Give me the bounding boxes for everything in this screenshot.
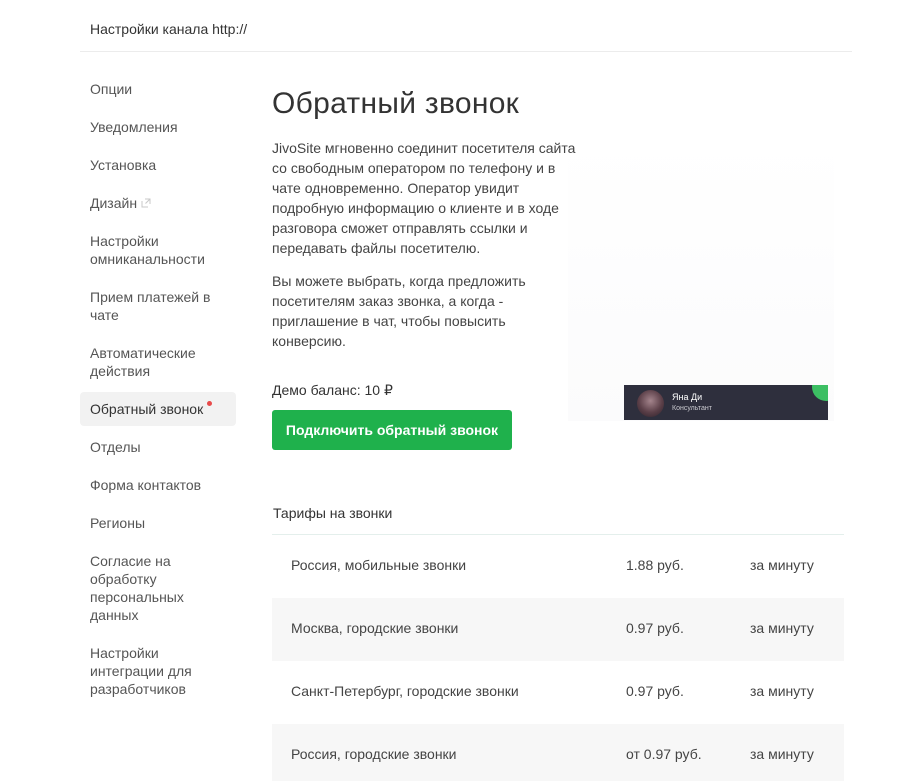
sidebar-item-label: Опции <box>90 81 133 97</box>
tariff-name: Россия, городские звонки <box>291 746 457 762</box>
table-row: Москва, городские звонки 0.97 руб. за ми… <box>272 598 844 661</box>
tariff-price: 0.97 руб. <box>626 620 684 636</box>
sidebar-item-label: Регионы <box>90 515 146 531</box>
sidebar-item-label: Согласие на обработку персональных данны… <box>90 553 184 623</box>
sidebar-item-contact-form[interactable]: Форма контактов <box>80 468 236 502</box>
main-content: Обратный звонок JivoSite мгновенно соеди… <box>272 84 844 450</box>
sidebar-item-label: Автоматические действия <box>90 345 196 379</box>
sidebar-item-label: Форма контактов <box>90 477 202 493</box>
table-row: Россия, городские звонки от 0.97 руб. за… <box>272 724 844 781</box>
sidebar-item-design[interactable]: Дизайн <box>80 186 236 220</box>
page: Настройки канала http:// Опции Уведомлен… <box>0 0 909 781</box>
description-text: JivoSite мгновенно соединит посетителя с… <box>272 140 576 256</box>
sidebar-item-label: Установка <box>90 157 157 173</box>
sidebar-item-omnichannel[interactable]: Настройки омниканальности <box>80 224 236 276</box>
connect-callback-button[interactable]: Подключить обратный звонок <box>272 410 512 450</box>
table-row: Санкт-Петербург, городские звонки 0.97 р… <box>272 661 844 724</box>
sidebar-item-label: Отделы <box>90 439 141 455</box>
tariff-price: 0.97 руб. <box>626 683 684 699</box>
tariff-price: от 0.97 руб. <box>626 746 702 762</box>
sidebar-item-label: Прием платежей в чате <box>90 289 211 323</box>
sidebar-item-developer-integration[interactable]: Настройки интеграции для разработчиков <box>80 636 236 706</box>
sidebar-item-label: Дизайн <box>90 195 138 211</box>
tariff-name: Россия, мобильные звонки <box>291 557 467 573</box>
table-row: Россия, мобильные звонки 1.88 руб. за ми… <box>272 535 844 598</box>
external-link-icon <box>141 198 151 208</box>
sidebar-item-callback[interactable]: Обратный звонок <box>80 392 236 426</box>
sidebar-item-departments[interactable]: Отделы <box>80 430 236 464</box>
tariff-name: Москва, городские звонки <box>291 620 459 636</box>
sidebar-item-payments[interactable]: Прием платежей в чате <box>80 280 236 332</box>
tariff-unit: за минуту <box>750 746 814 762</box>
page-title: Обратный звонок <box>272 87 520 120</box>
sidebar-item-label: Настройки интеграции для разработчиков <box>90 645 192 697</box>
tariff-unit: за минуту <box>750 620 814 636</box>
tariffs-title: Тарифы на звонки <box>273 505 393 521</box>
tariff-unit: за минуту <box>750 683 814 699</box>
sidebar-item-options[interactable]: Опции <box>80 72 236 106</box>
notification-dot <box>207 401 213 406</box>
tariff-name: Санкт-Петербург, городские звонки <box>291 683 519 699</box>
channel-settings-title: Настройки канала http:// <box>90 21 248 37</box>
header: Настройки канала http:// <box>80 0 852 52</box>
sidebar-item-label: Уведомления <box>90 119 178 135</box>
sidebar-item-personal-data-consent[interactable]: Согласие на обработку персональных данны… <box>80 544 236 632</box>
sidebar-item-installation[interactable]: Установка <box>80 148 236 182</box>
description-text-secondary: Вы можете выбрать, когда предложить посе… <box>272 273 526 349</box>
sidebar-item-automation[interactable]: Автоматические действия <box>80 336 236 388</box>
tariffs-table: Россия, мобильные звонки 1.88 руб. за ми… <box>272 535 844 781</box>
tariff-price: 1.88 руб. <box>626 557 684 573</box>
sidebar-item-regions[interactable]: Регионы <box>80 506 236 540</box>
sidebar-item-label: Обратный звонок <box>90 401 204 417</box>
tariff-unit: за минуту <box>750 557 814 573</box>
sidebar-item-label: Настройки омниканальности <box>90 233 205 267</box>
demo-balance: Демо баланс: 10 ₽ <box>272 382 393 398</box>
sidebar-nav: Опции Уведомления Установка Дизайн Настр… <box>80 72 236 710</box>
sidebar-item-notifications[interactable]: Уведомления <box>80 110 236 144</box>
